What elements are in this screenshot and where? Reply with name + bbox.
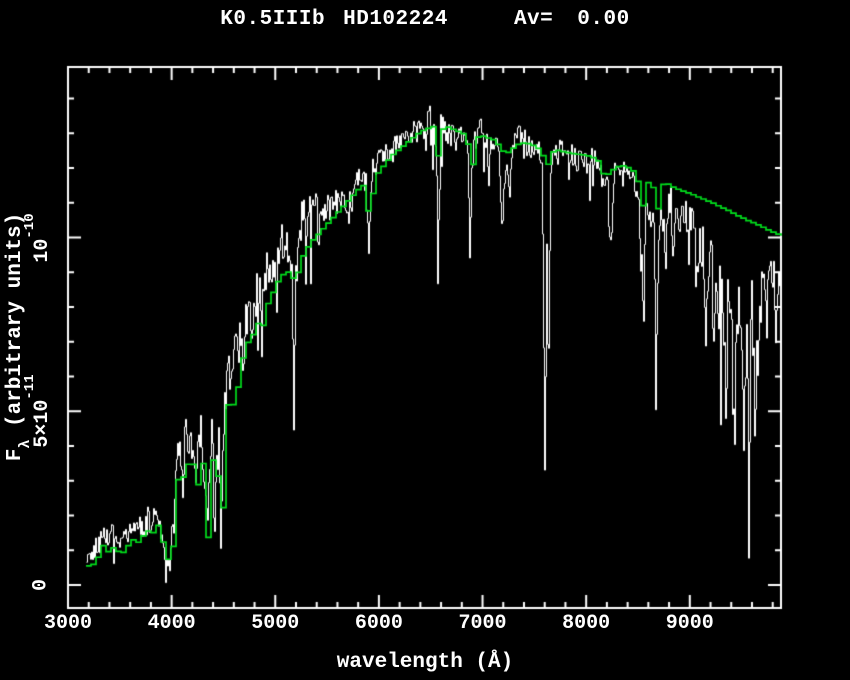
plot-title: K0.5IIIb HD102224 Av= 0.00: [0, 8, 850, 31]
y-tick-label-5: 5×10-11: [28, 375, 54, 448]
x-tick-label-5000: 5000: [251, 612, 299, 635]
y-tick-label-0: 0: [30, 579, 53, 591]
x-tick-label-8000: 8000: [562, 612, 610, 635]
y-tick-label-10: 10-10: [28, 213, 54, 262]
x-tick-label-3000: 3000: [44, 612, 92, 635]
star-id-label: HD102224: [343, 8, 448, 31]
y-axis-label: Fλ (arbitrary units): [4, 213, 30, 461]
spectral-type-label: K0.5IIIb: [220, 8, 325, 31]
x-tick-label-7000: 7000: [459, 612, 507, 635]
y-axis-symbol: F: [4, 449, 27, 462]
x-tick-label-4000: 4000: [148, 612, 196, 635]
x-axis-label: wavelength (Å): [0, 651, 850, 674]
x-tick-label-6000: 6000: [355, 612, 403, 635]
spectrum-figure: K0.5IIIb HD102224 Av= 0.00 wavelength (Å) F…: [0, 0, 850, 680]
spectrum-plot-canvas: [0, 0, 850, 680]
x-tick-label-9000: 9000: [666, 612, 714, 635]
extinction-label: Av=: [514, 8, 553, 31]
extinction-value: 0.00: [577, 8, 629, 31]
